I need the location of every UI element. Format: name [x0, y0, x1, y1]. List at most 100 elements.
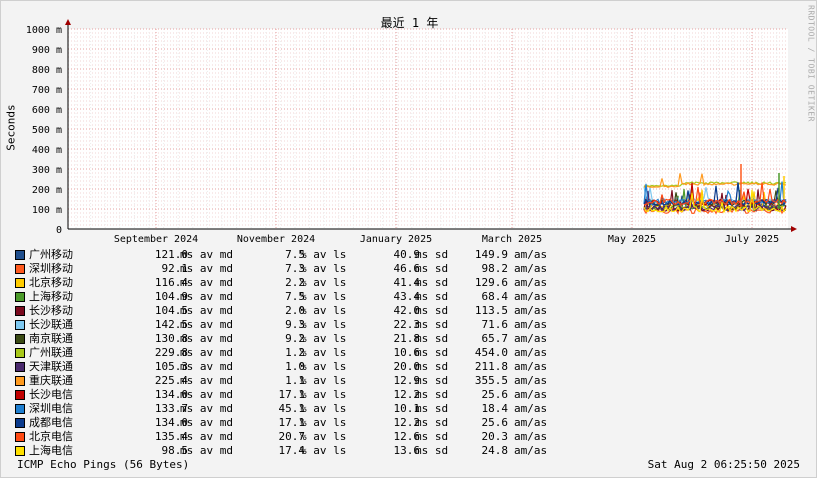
legend-value-ratio: 25.6 — [481, 388, 509, 401]
x-tick-label: January 2025 — [360, 234, 432, 245]
legend-unit-sd: ms sd — [415, 276, 449, 289]
legend-unit-sd: ms sd — [415, 360, 449, 373]
legend-value-ratio: 65.7 — [481, 332, 509, 345]
legend-unit-loss: % av ls — [300, 374, 347, 387]
y-axis-label: Seconds — [4, 104, 18, 151]
legend-unit-avg: ms av md — [180, 360, 233, 373]
legend-unit-sd: ms sd — [415, 262, 449, 275]
legend-unit-avg: ms av md — [180, 388, 233, 401]
legend-value-ratio: 98.2 — [481, 262, 509, 275]
legend-value-ratio: 355.5 — [474, 374, 508, 387]
legend-unit-sd: ms sd — [415, 318, 449, 331]
legend-swatch — [15, 278, 25, 288]
legend-unit-ratio: am/as — [514, 318, 548, 331]
legend-value-ratio: 454.0 — [474, 346, 508, 359]
legend-unit-avg: ms av md — [180, 430, 233, 443]
legend-unit-loss: % av ls — [300, 276, 347, 289]
legend-item: 广州联通 229.8 ms av md 1.2% av ls 10.6 ms sd 454.… — [15, 346, 575, 360]
legend-unit-loss: % av ls — [300, 444, 347, 457]
legend-unit-avg: ms av md — [180, 290, 233, 303]
legend-value-loss: 17.1 — [278, 388, 306, 401]
legend-swatch — [15, 446, 25, 456]
legend-unit-loss: % av ls — [300, 402, 347, 415]
legend-unit-sd: ms sd — [415, 430, 449, 443]
legend-unit-avg: ms av md — [180, 332, 233, 345]
legend-series-name: 北京电信 — [29, 430, 73, 443]
legend-unit-ratio: am/as — [514, 304, 548, 317]
rrdtool-watermark: RRDTOOL / TOBI OETIKER — [806, 5, 816, 122]
legend-item: 重庆联通 225.4 ms av md 1.1% av ls 12.9 ms sd 355.… — [15, 374, 575, 388]
legend-unit-ratio: am/as — [514, 374, 548, 387]
legend-unit-sd: ms sd — [415, 248, 449, 261]
legend-unit-avg: ms av md — [180, 444, 233, 457]
legend-value-sd: 13.6 — [393, 444, 421, 457]
legend-item: 北京电信 135.4 ms av md 20.7% av ls 12.6 ms sd 20.… — [15, 430, 575, 444]
legend-value-ratio: 149.9 — [474, 248, 508, 261]
legend-value-loss: 9.3 — [285, 318, 305, 331]
legend-unit-avg: ms av md — [180, 402, 233, 415]
x-tick-label: November 2024 — [237, 234, 315, 245]
legend-unit-loss: % av ls — [300, 430, 347, 443]
legend-series-name: 长沙移动 — [29, 304, 73, 317]
legend-unit-sd: ms sd — [415, 374, 449, 387]
legend-unit-ratio: am/as — [514, 262, 548, 275]
legend-swatch — [15, 250, 25, 260]
legend-series-name: 上海电信 — [29, 444, 73, 457]
legend-series-name: 广州联通 — [29, 346, 73, 359]
y-tick-label: 900 m — [32, 45, 62, 56]
legend-unit-avg: ms av md — [180, 262, 233, 275]
legend-item: 深圳电信 133.7 ms av md 45.1% av ls 10.1 ms sd 18.… — [15, 402, 575, 416]
legend-swatch — [15, 334, 25, 344]
legend-value-sd: 10.1 — [393, 402, 421, 415]
legend-series-name: 北京移动 — [29, 276, 73, 289]
graph-panel: 0 100 m 200 m 300 m 400 m 500 m 600 m 700 m 800 … — [0, 0, 817, 478]
legend-swatch — [15, 404, 25, 414]
legend-unit-avg: ms av md — [180, 318, 233, 331]
legend-unit-avg: ms av md — [180, 374, 233, 387]
legend-unit-ratio: am/as — [514, 276, 548, 289]
legend-unit-ratio: am/as — [514, 290, 548, 303]
legend-series-name: 上海移动 — [29, 290, 73, 303]
legend-swatch — [15, 376, 25, 386]
legend-value-ratio: 129.6 — [474, 276, 508, 289]
legend-unit-ratio: am/as — [514, 346, 548, 359]
legend-value-sd: 22.3 — [393, 318, 421, 331]
legend-value-ratio: 20.3 — [481, 430, 509, 443]
legend-unit-sd: ms sd — [415, 444, 449, 457]
legend-swatch — [15, 264, 25, 274]
legend-unit-loss: % av ls — [300, 318, 347, 331]
y-tick-label: 800 m — [32, 65, 62, 76]
y-tick-label: 0 — [56, 225, 62, 236]
legend-item: 上海电信 98.5 ms av md 17.4% av ls 13.6 ms sd 24.8… — [15, 444, 575, 458]
legend-value-ratio: 68.4 — [481, 290, 509, 303]
y-tick-label: 500 m — [32, 125, 62, 136]
x-tick-label: May 2025 — [608, 234, 656, 245]
legend-unit-ratio: am/as — [514, 416, 548, 429]
legend-value-ratio: 211.8 — [474, 360, 508, 373]
legend-unit-ratio: am/as — [514, 248, 548, 261]
legend-value-loss: 1.1 — [285, 374, 305, 387]
legend-swatch — [15, 362, 25, 372]
legend-value-ratio: 25.6 — [481, 416, 509, 429]
legend-item: 长沙电信 134.0 ms av md 17.1% av ls 12.2 ms sd 25.… — [15, 388, 575, 402]
legend-value-loss: 1.0 — [285, 360, 305, 373]
legend-unit-avg: ms av md — [180, 416, 233, 429]
legend-value-sd: 12.6 — [393, 430, 421, 443]
legend-value-ratio: 71.6 — [481, 318, 509, 331]
x-tick-label: July 2025 — [725, 234, 779, 245]
legend-swatch — [15, 432, 25, 442]
legend-value-loss: 17.4 — [278, 444, 306, 457]
legend-swatch — [15, 390, 25, 400]
legend-value-sd: 46.6 — [393, 262, 421, 275]
legend-unit-avg: ms av md — [180, 346, 233, 359]
legend-unit-ratio: am/as — [514, 360, 548, 373]
legend-item: 天津联通 105.3 ms av md 1.0% av ls 20.0 ms sd 211.… — [15, 360, 575, 374]
legend-series-name: 天津联通 — [29, 360, 73, 373]
legend-item: 南京联通 130.8 ms av md 9.2% av ls 21.8 ms sd 65.7… — [15, 332, 575, 346]
legend-item: 长沙联通 142.5 ms av md 9.3% av ls 22.3 ms sd 71.6… — [15, 318, 575, 332]
footer-description: ICMP Echo Pings (56 Bytes) — [17, 458, 190, 471]
legend-swatch — [15, 348, 25, 358]
legend-unit-sd: ms sd — [415, 402, 449, 415]
legend-item: 深圳移动 92.1 ms av md 7.3% av ls 46.6 ms sd 98.2 a… — [15, 262, 575, 276]
x-tick-label: September 2024 — [114, 234, 198, 245]
